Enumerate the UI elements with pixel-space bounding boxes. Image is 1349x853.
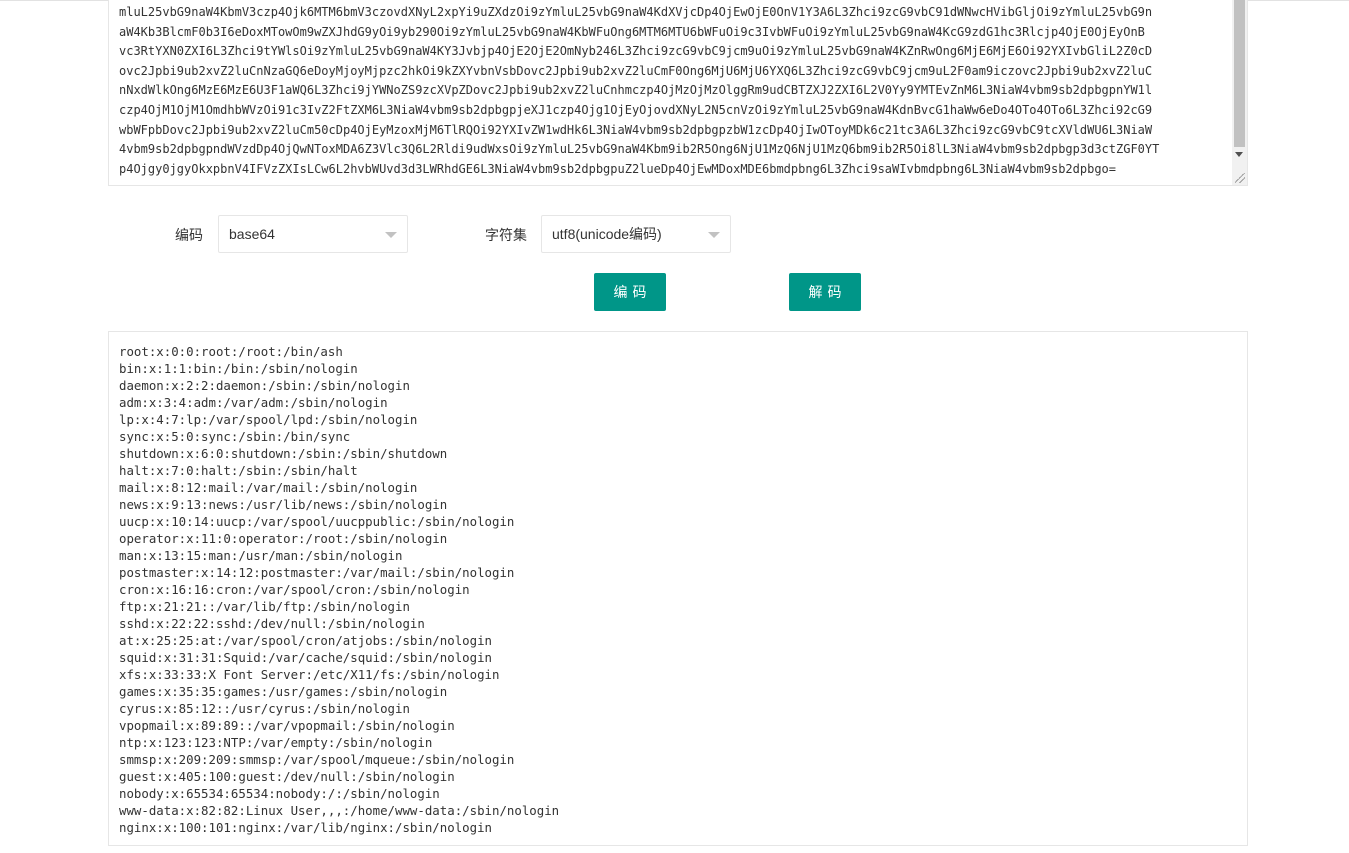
encode-decode-page: mluL25vbG9naW4KbmV3czp4Ojk6MTM6bmV3czovd… [0, 0, 1349, 853]
result-text[interactable]: root:x:0:0:root:/root:/bin/ash bin:x:1:1… [119, 343, 559, 836]
textarea-scrollbar[interactable] [1232, 0, 1247, 185]
resize-handle-icon[interactable] [1235, 173, 1245, 183]
charset-select[interactable]: utf8(unicode编码) [541, 215, 731, 253]
chevron-down-icon [708, 232, 720, 238]
source-text[interactable]: mluL25vbG9naW4KbmV3czp4Ojk6MTM6bmV3czovd… [119, 3, 1231, 179]
charset-select-value: utf8(unicode编码) [552, 226, 662, 242]
source-textarea[interactable]: mluL25vbG9naW4KbmV3czp4Ojk6MTM6bmV3czovd… [108, 0, 1248, 186]
encoding-label: 编码 [175, 227, 203, 243]
encoding-select-value: base64 [229, 226, 275, 242]
scrollbar-thumb[interactable] [1234, 0, 1245, 147]
chevron-down-icon [385, 232, 397, 238]
decode-button[interactable]: 解码 [789, 273, 861, 311]
charset-label: 字符集 [485, 227, 527, 243]
result-textarea[interactable]: root:x:0:0:root:/root:/bin/ash bin:x:1:1… [108, 331, 1248, 846]
encode-button[interactable]: 编码 [594, 273, 666, 311]
scroll-down-arrow-icon[interactable] [1235, 152, 1243, 157]
encoding-select[interactable]: base64 [218, 215, 408, 253]
